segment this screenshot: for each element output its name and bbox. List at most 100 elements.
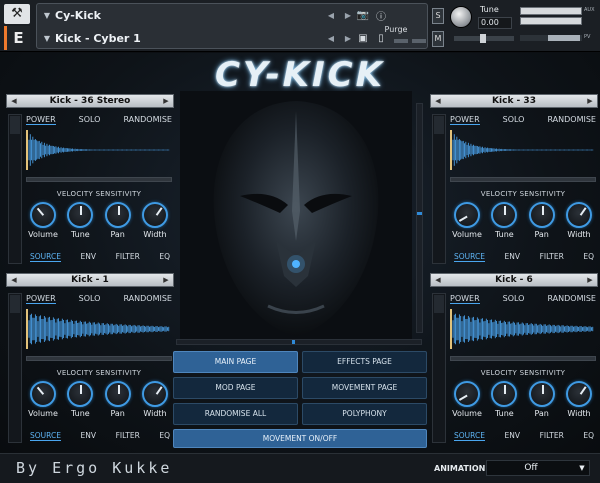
tab-filter[interactable]: FILTER [116,431,140,441]
panel-title-bar[interactable]: ◀ Kick - 6 ▶ [430,273,598,287]
tab-eq[interactable]: EQ [583,252,594,262]
tab-env[interactable]: ENV [81,252,96,262]
tab-solo[interactable]: SOLO [503,115,525,125]
movement-page-button[interactable]: MOVEMENT PAGE [302,377,427,399]
randomise-all-button[interactable]: RANDOMISE ALL [173,403,298,425]
velocity-sensitivity-slider[interactable] [450,356,596,361]
tab-source[interactable]: SOURCE [454,431,485,441]
tab-power[interactable]: POWER [450,294,480,304]
next-kick-icon[interactable]: ▶ [159,97,173,105]
next-instrument-icon[interactable]: ▶ [342,11,354,20]
wrench-icon[interactable]: ⚒ [4,4,30,24]
kick-name[interactable]: Kick - 36 Stereo [21,96,159,106]
polyphony-button[interactable]: POLYPHONY [302,403,427,425]
velocity-sensitivity-slider[interactable] [26,177,172,182]
tab-randomise[interactable]: RANDOMISE [547,294,596,304]
tab-randomise[interactable]: RANDOMISE [123,115,172,125]
width-knob[interactable] [565,381,592,407]
tune-knob[interactable] [67,381,94,407]
fader-handle[interactable] [434,295,444,313]
panel-volume-fader[interactable] [8,293,22,443]
tab-filter[interactable]: FILTER [540,252,564,262]
camera-icon[interactable]: 📷 [354,8,372,24]
main-page-button[interactable]: MAIN PAGE [173,351,298,373]
tab-randomise[interactable]: RANDOMISE [547,115,596,125]
panel-volume-fader[interactable] [8,114,22,264]
prev-kick-icon[interactable]: ◀ [7,276,21,284]
volume-knob[interactable] [454,381,480,407]
tab-eq[interactable]: EQ [583,431,594,441]
tune-value[interactable]: 0.00 [478,17,512,29]
face-horizontal-scrollbar[interactable] [176,339,422,345]
prev-instrument-icon[interactable]: ◀ [320,11,342,20]
tab-filter[interactable]: FILTER [116,252,140,262]
width-knob[interactable] [565,202,592,228]
tab-eq[interactable]: EQ [159,252,170,262]
tab-source[interactable]: SOURCE [454,252,485,262]
velocity-sensitivity-slider[interactable] [450,177,596,182]
aux-label[interactable]: AUX [584,7,595,13]
panel-volume-fader[interactable] [432,293,446,443]
snapshot-dropdown-icon[interactable]: ▼ [39,34,55,43]
fader-handle[interactable] [10,116,20,134]
tab-source[interactable]: SOURCE [30,252,61,262]
volume-knob[interactable] [454,202,480,228]
prev-kick-icon[interactable]: ◀ [431,97,445,105]
volume-knob[interactable] [30,381,56,407]
panel-volume-fader[interactable] [432,114,446,264]
tab-env[interactable]: ENV [505,431,520,441]
panel-title-bar[interactable]: ◀ Kick - 36 Stereo ▶ [6,94,174,108]
tab-eq[interactable]: EQ [159,431,170,441]
tune-knob[interactable] [450,6,472,28]
effects-page-button[interactable]: EFFECTS PAGE [302,351,427,373]
face-vertical-scrollbar[interactable] [416,103,423,333]
panel-title-bar[interactable]: ◀ Kick - 1 ▶ [6,273,174,287]
tab-randomise[interactable]: RANDOMISE [123,294,172,304]
tune-knob[interactable] [491,202,518,228]
pv-label[interactable]: PV [584,34,590,40]
pan-knob[interactable] [528,381,555,407]
save-icon[interactable]: ▣ [354,31,372,47]
pan-slider[interactable] [454,34,514,43]
kick-name[interactable]: Kick - 6 [445,275,583,285]
pan-knob[interactable] [104,202,131,228]
width-knob[interactable] [141,381,168,407]
tab-power[interactable]: POWER [26,294,56,304]
pan-knob[interactable] [528,202,555,228]
tab-power[interactable]: POWER [450,115,480,125]
pan-handle[interactable] [480,34,486,43]
prev-snapshot-icon[interactable]: ◀ [320,34,342,43]
tab-filter[interactable]: FILTER [540,431,564,441]
tune-knob[interactable] [67,202,94,228]
kick-name[interactable]: Kick - 33 [445,96,583,106]
tab-solo[interactable]: SOLO [79,115,101,125]
mod-page-button[interactable]: MOD PAGE [173,377,298,399]
movement-onoff-button[interactable]: MOVEMENT ON/OFF [173,429,427,448]
next-kick-icon[interactable]: ▶ [583,97,597,105]
velocity-sensitivity-slider[interactable] [26,356,172,361]
panel-title-bar[interactable]: ◀ Kick - 33 ▶ [430,94,598,108]
scroll-thumb[interactable] [417,212,422,215]
animation-select[interactable]: Off ▼ [486,460,590,476]
collapse-arrow-icon[interactable]: ▼ [39,11,55,20]
solo-button[interactable]: S [432,8,444,24]
purge-button[interactable]: Purge [377,25,415,34]
mute-button[interactable]: M [432,31,444,47]
kick-name[interactable]: Kick - 1 [21,275,159,285]
pan-knob[interactable] [104,381,131,407]
prev-kick-icon[interactable]: ◀ [431,276,445,284]
prev-kick-icon[interactable]: ◀ [7,97,21,105]
tab-solo[interactable]: SOLO [79,294,101,304]
tab-solo[interactable]: SOLO [503,294,525,304]
next-kick-icon[interactable]: ▶ [159,276,173,284]
volume-slider[interactable] [520,35,582,41]
tab-env[interactable]: ENV [505,252,520,262]
tune-knob[interactable] [491,381,518,407]
fader-handle[interactable] [434,116,444,134]
tab-env[interactable]: ENV [81,431,96,441]
volume-knob[interactable] [30,202,56,228]
info-icon[interactable]: ⓘ [372,8,390,24]
next-snapshot-icon[interactable]: ▶ [342,34,354,43]
next-kick-icon[interactable]: ▶ [583,276,597,284]
scroll-thumb[interactable] [292,340,295,344]
